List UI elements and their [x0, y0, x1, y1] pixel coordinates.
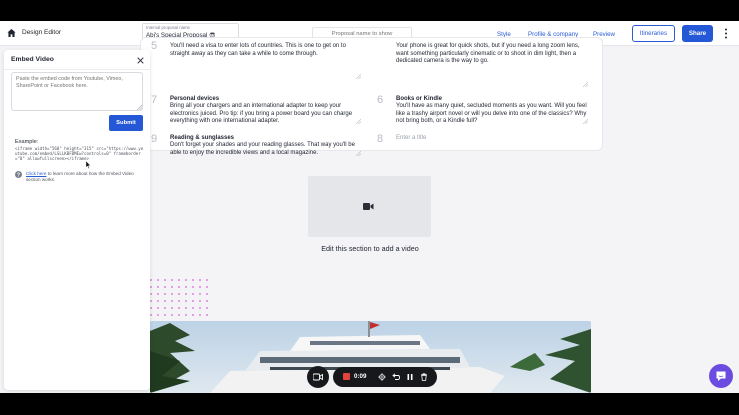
packing-item[interactable]: Personal devices Bring all your chargers…	[170, 96, 365, 126]
packing-item-desc: Your phone is great for quick shots, but…	[396, 43, 580, 65]
resize-grip-icon[interactable]	[583, 119, 588, 124]
example-code: <iframe width="560" height="315" src="ht…	[15, 146, 144, 162]
resize-grip-icon[interactable]	[356, 74, 361, 79]
item-number: 5	[151, 40, 158, 52]
packing-list-card: 5 You'll need a visa to enter lots of co…	[140, 37, 603, 156]
recorder-camera-button[interactable]	[307, 366, 329, 388]
app-title: Design Editor	[22, 29, 62, 36]
trash-icon[interactable]	[420, 373, 428, 381]
crosshair-icon[interactable]	[378, 373, 386, 381]
help-icon: ?	[15, 171, 22, 178]
panel-title: Embed Video	[11, 56, 54, 63]
packing-item-title: Personal devices	[170, 96, 220, 102]
video-camera-icon	[313, 373, 323, 381]
chat-icon	[716, 371, 726, 381]
resize-grip-icon[interactable]	[356, 119, 361, 124]
item-number: 7	[151, 94, 158, 106]
packing-item-title-placeholder[interactable]: Enter a title	[396, 135, 590, 141]
mouse-cursor-icon	[86, 161, 91, 169]
packing-item-empty[interactable]: Enter a title	[396, 135, 590, 141]
editor-stage: Design Editor Internal proposal name Abi…	[0, 21, 739, 393]
resize-grip-icon[interactable]	[583, 82, 588, 87]
packing-item[interactable]: Reading & sunglasses Don't forget your s…	[170, 135, 365, 157]
share-button[interactable]: Share	[682, 25, 713, 42]
internal-proposal-name-label: Internal proposal name	[146, 25, 190, 30]
stop-recording-button[interactable]	[343, 373, 350, 380]
pause-icon[interactable]	[406, 373, 414, 381]
packing-item[interactable]: Books or Kindle You'll have as many quie…	[396, 96, 590, 126]
help-text: Click here to learn more about how the E…	[26, 171, 144, 183]
video-section-caption: Edit this section to add a video	[321, 244, 419, 253]
packing-item[interactable]: Your phone is great for quick shots, but…	[396, 43, 590, 66]
packing-item-desc: You'll need a visa to enter lots of coun…	[170, 43, 346, 57]
resize-grip-icon[interactable]	[137, 105, 142, 110]
close-icon[interactable]	[137, 57, 144, 64]
svg-text:?: ?	[17, 172, 20, 178]
embed-code-textarea[interactable]	[11, 72, 143, 111]
item-number: 6	[377, 94, 384, 106]
submit-button[interactable]: Submit	[109, 115, 143, 131]
recording-time: 0:09	[354, 373, 367, 380]
packing-item-desc: You'll have as many quiet, secluded mome…	[396, 103, 587, 125]
help-link[interactable]: Click here	[26, 171, 46, 176]
video-placeholder[interactable]	[308, 176, 431, 237]
packing-item-title: Reading & sunglasses	[170, 135, 235, 141]
chat-widget-button[interactable]	[709, 364, 733, 388]
item-number: 9	[151, 133, 158, 145]
home-icon[interactable]	[7, 28, 16, 38]
video-camera-icon	[363, 203, 374, 210]
panel-divider	[4, 69, 150, 70]
more-options-icon[interactable]	[724, 28, 728, 39]
embed-video-panel: Embed Video Submit Example: <iframe widt…	[4, 50, 150, 390]
packing-item-desc: Bring all your chargers and an internati…	[170, 103, 353, 125]
example-label: Example:	[15, 139, 39, 145]
recorder-bar: 0:09	[333, 367, 437, 387]
decorative-dots	[150, 279, 208, 316]
packing-item-title: Books or Kindle	[396, 96, 443, 102]
resize-grip-icon[interactable]	[356, 151, 361, 156]
itineraries-button[interactable]: Itineraries	[632, 25, 675, 42]
packing-item[interactable]: You'll need a visa to enter lots of coun…	[170, 43, 365, 58]
packing-item-desc: Don't forget your shades and your readin…	[170, 142, 355, 156]
undo-icon[interactable]	[392, 373, 400, 381]
item-number: 8	[377, 133, 384, 145]
